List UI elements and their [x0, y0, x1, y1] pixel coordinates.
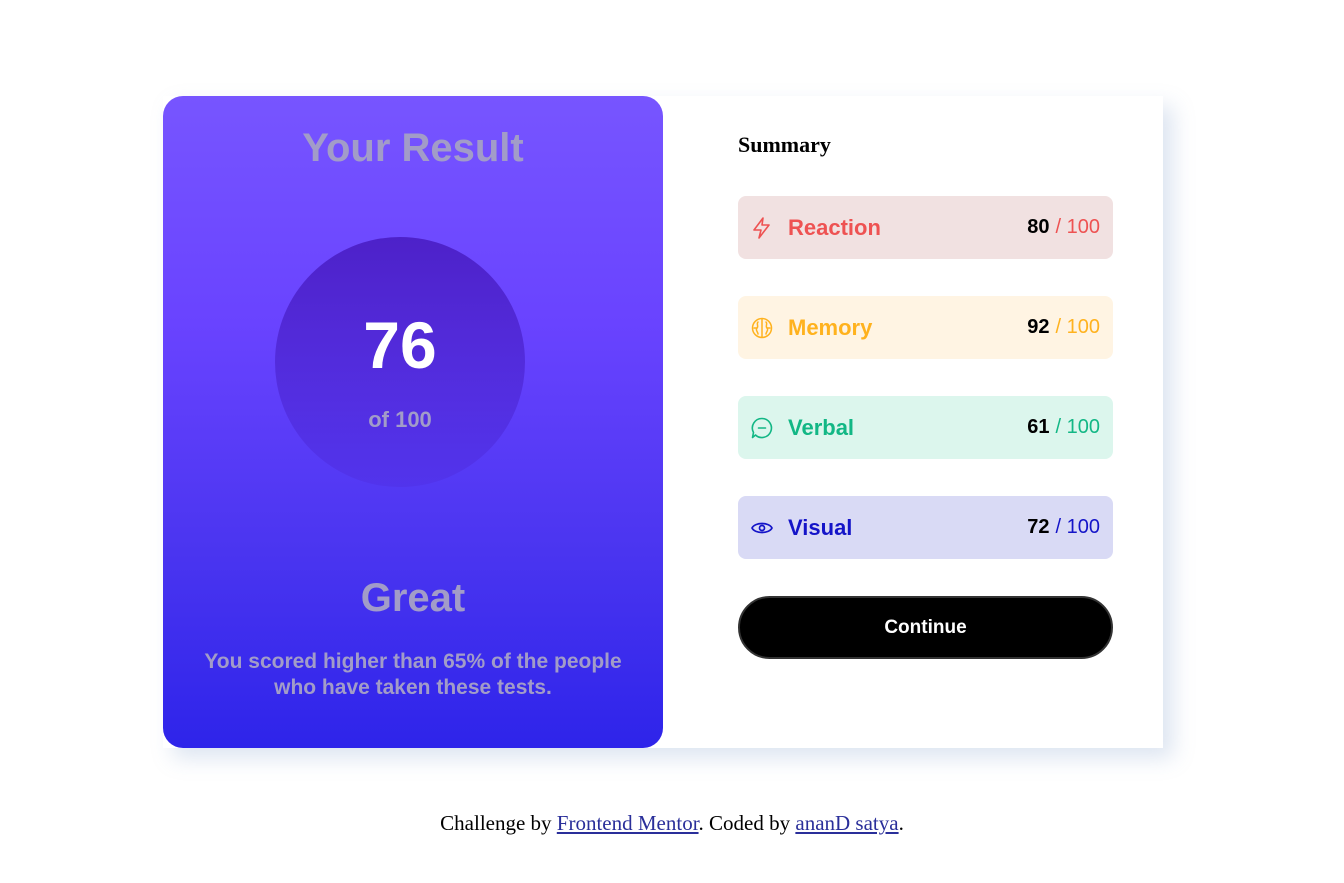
summary-item-total: / 100: [1055, 316, 1100, 338]
summary-panel: Summary Reaction 80 / 100 Memory 92 / 10…: [663, 96, 1163, 748]
lightning-icon: [751, 216, 773, 239]
results-card: Your Result 76 of 100 Great You scored h…: [163, 96, 1163, 748]
summary-item-score: 92: [1027, 316, 1050, 338]
summary-item-total: / 100: [1055, 216, 1100, 238]
summary-title: Summary: [738, 132, 831, 157]
score-value: 76: [363, 308, 437, 382]
summary-item-score: 80: [1027, 216, 1050, 238]
attribution-footer: Challenge by Frontend Mentor. Coded by a…: [0, 811, 1344, 836]
summary-item-total: / 100: [1055, 416, 1100, 438]
chat-bubble-icon: [751, 417, 773, 439]
summary-item-score: 72: [1027, 516, 1050, 538]
summary-item-memory: Memory 92 / 100: [738, 296, 1113, 359]
summary-item-label: Memory: [788, 314, 873, 340]
summary-item-score: 61: [1027, 416, 1050, 438]
summary-item-visual: Visual 72 / 100: [738, 496, 1113, 559]
rating-title: Great: [360, 576, 466, 620]
author-link[interactable]: ananD satya: [795, 811, 898, 835]
summary-item-label: Verbal: [788, 414, 855, 440]
summary-item-verbal: Verbal 61 / 100: [738, 396, 1113, 459]
attribution-prefix: Challenge by: [440, 811, 557, 835]
result-panel: Your Result 76 of 100 Great You scored h…: [163, 96, 663, 748]
brain-icon: [751, 317, 773, 339]
result-title: Your Result: [302, 126, 524, 170]
attribution-middle: . Coded by: [698, 811, 796, 835]
score-total: of 100: [368, 407, 432, 432]
rating-description: You scored higher than 65% of the people…: [204, 650, 622, 699]
attribution-suffix: .: [898, 811, 904, 835]
continue-button[interactable]: Continue: [738, 596, 1113, 659]
summary-item-label: Reaction: [788, 214, 881, 240]
summary-item-total: / 100: [1055, 516, 1100, 538]
summary-item-reaction: Reaction 80 / 100: [738, 196, 1113, 259]
score-circle: 76 of 100: [275, 237, 525, 487]
eye-icon: [751, 517, 773, 539]
frontend-mentor-link[interactable]: Frontend Mentor: [557, 811, 699, 835]
summary-item-label: Visual: [788, 514, 853, 540]
